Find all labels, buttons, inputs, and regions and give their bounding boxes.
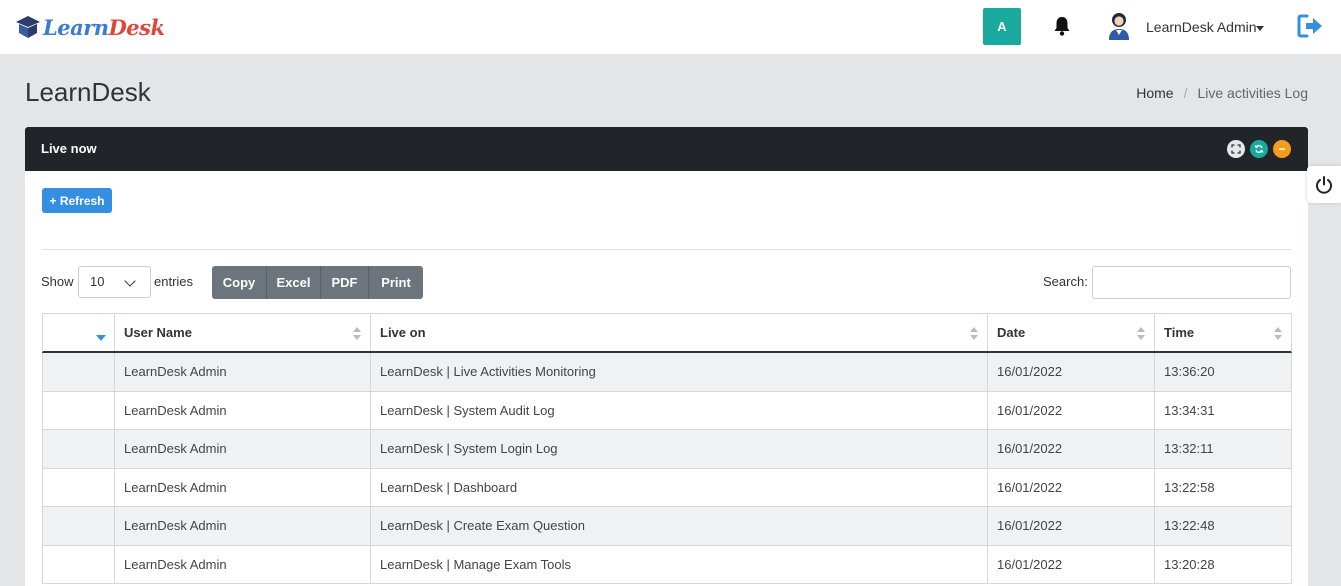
cell-user-name: LearnDesk Admin xyxy=(115,391,371,429)
cell-time: 13:22:58 xyxy=(1164,479,1215,495)
cell-date: 16/01/2022 xyxy=(988,507,1155,545)
cell-date: 16/01/2022 xyxy=(988,353,1155,391)
refresh-button[interactable]: + Refresh xyxy=(42,188,112,213)
column-header-label: Time xyxy=(1164,325,1195,340)
column-header-user-name[interactable]: User Name xyxy=(115,314,371,351)
excel-button[interactable]: Excel xyxy=(267,266,321,299)
live-activities-table: User Name Live on Date Time LearnDesk Ad… xyxy=(42,313,1292,584)
chevron-down-icon[interactable] xyxy=(1256,26,1264,31)
page-length-select[interactable]: 10 xyxy=(78,266,151,298)
table-row[interactable]: LearnDesk Admin LearnDesk | System Login… xyxy=(42,430,1292,469)
collapse-icon[interactable] xyxy=(1273,140,1291,158)
cell-user-name: LearnDesk Admin xyxy=(115,507,371,545)
cell-date: 16/01/2022 xyxy=(988,468,1155,506)
user-initial-button[interactable]: A xyxy=(983,8,1021,45)
panel-header: Live now xyxy=(25,127,1308,171)
cell-time: 13:32:11 xyxy=(1164,441,1214,457)
pdf-button[interactable]: PDF xyxy=(321,266,369,299)
panel-title: Live now xyxy=(41,141,97,156)
column-header-label: Live on xyxy=(380,325,426,340)
cell-live-on: LearnDesk | Dashboard xyxy=(371,468,988,506)
brand-part-2: Desk xyxy=(108,14,165,40)
cell-time: 13:22:48 xyxy=(1164,518,1215,534)
logo-icon xyxy=(16,16,40,38)
export-button-group: Copy Excel PDF Print xyxy=(212,266,423,299)
page-title: LearnDesk xyxy=(25,77,151,107)
search-input[interactable] xyxy=(1092,266,1291,299)
cell-index xyxy=(43,391,115,429)
live-now-panel: Live now + Refresh Show 10 entries Copy … xyxy=(25,127,1308,586)
brand-name: LearnDesk xyxy=(43,15,165,40)
cell-date: 16/01/2022 xyxy=(988,545,1155,583)
user-name[interactable]: LearnDesk Admin xyxy=(1146,19,1257,35)
column-header-label: Date xyxy=(997,325,1026,340)
divider xyxy=(42,249,1292,250)
cell-user-name: LearnDesk Admin xyxy=(115,430,371,468)
top-navbar: LearnDesk A LearnDesk Admin xyxy=(0,0,1341,55)
print-button[interactable]: Print xyxy=(369,266,423,299)
cell-live-on: LearnDesk | Manage Exam Tools xyxy=(371,545,988,583)
cell-index xyxy=(43,545,115,583)
cell-user-name: LearnDesk Admin xyxy=(115,468,371,506)
chevron-down-icon xyxy=(124,275,136,287)
table-row[interactable]: LearnDesk Admin LearnDesk | Manage Exam … xyxy=(42,545,1292,584)
cell-live-on: LearnDesk | Live Activities Monitoring xyxy=(371,353,988,391)
sort-icon xyxy=(353,327,362,341)
cell-index xyxy=(43,507,115,545)
cell-live-on: LearnDesk | System Audit Log xyxy=(371,391,988,429)
breadcrumb-current: Live activities Log xyxy=(1197,85,1308,101)
breadcrumb: Home / Live activities Log xyxy=(1136,85,1308,101)
theme-panel-toggle[interactable] xyxy=(1307,166,1341,203)
sort-icon xyxy=(970,327,979,341)
breadcrumb-separator: / xyxy=(1183,85,1188,101)
column-header-index[interactable] xyxy=(43,314,115,351)
column-header-label: User Name xyxy=(124,325,192,340)
sort-icon xyxy=(1137,327,1146,341)
cell-user-name: LearnDesk Admin xyxy=(115,545,371,583)
expand-icon[interactable] xyxy=(1227,140,1245,158)
table-row[interactable]: LearnDesk Admin LearnDesk | Dashboard 16… xyxy=(42,468,1292,507)
column-header-live-on[interactable]: Live on xyxy=(371,314,988,351)
copy-button[interactable]: Copy xyxy=(212,266,267,299)
cell-index xyxy=(43,353,115,391)
bell-icon[interactable] xyxy=(1052,15,1072,37)
table-header: User Name Live on Date Time xyxy=(42,313,1292,353)
cell-time: 13:20:28 xyxy=(1164,556,1215,572)
cell-live-on: LearnDesk | System Login Log xyxy=(371,430,988,468)
page-length-value: 10 xyxy=(90,274,105,289)
entries-label: entries xyxy=(154,274,194,289)
cell-index xyxy=(43,430,115,468)
cell-time: 13:36:20 xyxy=(1164,364,1215,380)
logout-icon[interactable] xyxy=(1297,13,1325,39)
cell-user-name: LearnDesk Admin xyxy=(115,353,371,391)
sort-desc-icon xyxy=(96,335,106,341)
search-label: Search: xyxy=(1043,274,1088,289)
table-row[interactable]: LearnDesk Admin LearnDesk | Live Activit… xyxy=(42,353,1292,392)
cell-date: 16/01/2022 xyxy=(988,430,1155,468)
power-icon xyxy=(1316,175,1332,194)
column-header-date[interactable]: Date xyxy=(988,314,1155,351)
table-row[interactable]: LearnDesk Admin LearnDesk | Create Exam … xyxy=(42,507,1292,546)
table-row[interactable]: LearnDesk Admin LearnDesk | System Audit… xyxy=(42,391,1292,430)
show-label: Show xyxy=(41,274,74,289)
cell-time: 13:34:31 xyxy=(1164,402,1215,418)
cell-date: 16/01/2022 xyxy=(988,391,1155,429)
reload-icon[interactable] xyxy=(1250,140,1268,158)
brand-logo[interactable]: LearnDesk xyxy=(15,10,165,44)
column-header-time[interactable]: Time xyxy=(1155,314,1291,351)
cell-index xyxy=(43,468,115,506)
brand-part-1: Learn xyxy=(43,14,109,40)
sort-icon xyxy=(1274,327,1283,341)
user-photo[interactable] xyxy=(1107,11,1131,41)
cell-live-on: LearnDesk | Create Exam Question xyxy=(371,507,988,545)
breadcrumb-home[interactable]: Home xyxy=(1136,85,1173,101)
